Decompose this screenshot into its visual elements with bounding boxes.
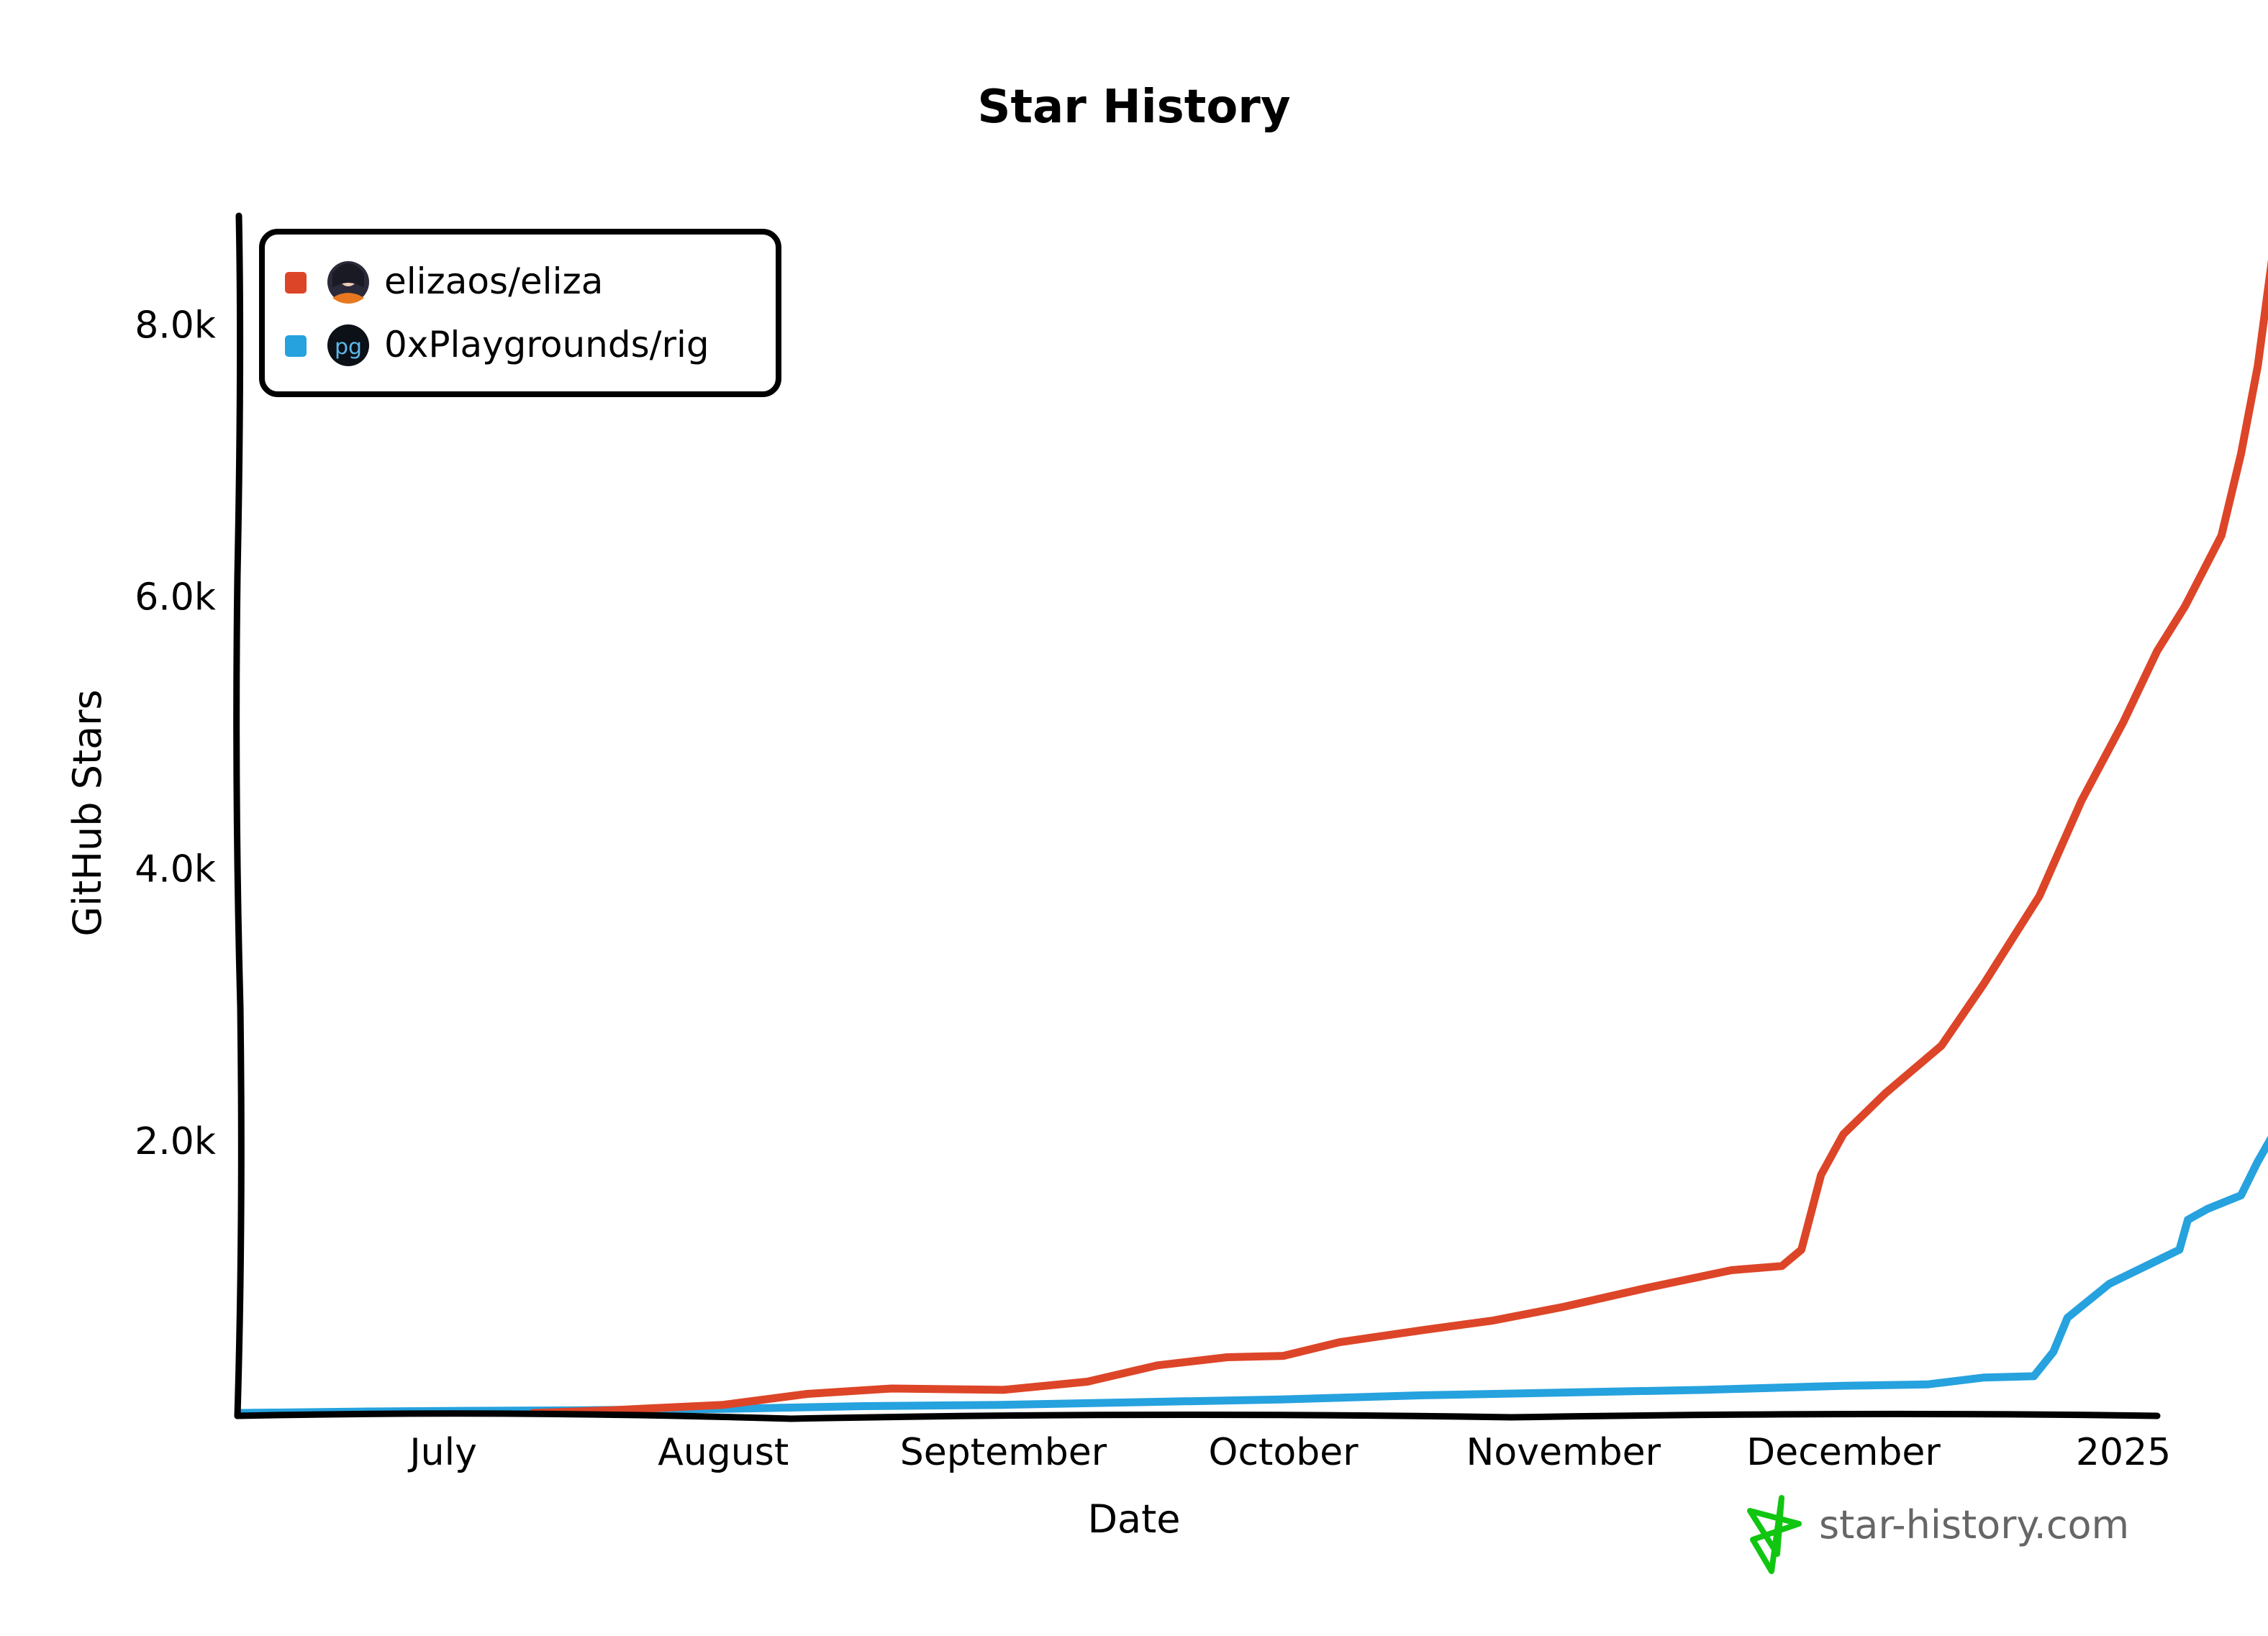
plot-lines	[235, 259, 2268, 1417]
y-axis-label: GitHub Stars	[65, 689, 110, 936]
series-line-elizaos-eliza	[529, 259, 2268, 1417]
y-tick-label: 2.0k	[135, 1120, 216, 1163]
pg-logo-avatar-icon: pg	[327, 324, 369, 366]
star-history-chart: Star History 2.0k 4.0k 6.0k 8.0k July August…	[65, 81, 2268, 1574]
x-tick-labels: July August September October November Decemb…	[407, 1431, 2171, 1474]
x-tick-label: October	[1209, 1431, 1359, 1474]
y-tick-labels: 2.0k 4.0k 6.0k 8.0k	[135, 304, 216, 1163]
legend-swatch-eliza	[285, 272, 307, 294]
x-tick-label: September	[900, 1431, 1107, 1474]
x-tick-label: 2025	[2076, 1431, 2171, 1474]
watermark: star-history.com	[1747, 1495, 2129, 1574]
y-tick-label: 6.0k	[135, 576, 216, 619]
x-axis-label: Date	[1087, 1496, 1180, 1542]
y-tick-label: 4.0k	[135, 848, 216, 891]
series-line-0xplaygrounds-rig	[235, 1135, 2268, 1417]
x-tick-label: August	[658, 1431, 789, 1474]
watermark-text: star-history.com	[1819, 1502, 2129, 1548]
legend-swatch-rig	[285, 335, 307, 357]
y-tick-label: 8.0k	[135, 304, 216, 347]
x-tick-label: December	[1746, 1431, 1941, 1474]
anime-girl-avatar-icon	[327, 261, 369, 304]
chart-title: Star History	[977, 81, 1290, 134]
x-axis	[234, 1410, 2161, 1422]
legend-label-eliza: elizaos/eliza	[384, 260, 603, 302]
legend-label-rig: 0xPlaygrounds/rig	[384, 324, 709, 365]
star-icon	[1747, 1495, 1802, 1574]
legend-box	[259, 229, 781, 397]
y-axis	[233, 212, 245, 1419]
x-tick-label: November	[1466, 1431, 1661, 1474]
svg-text:pg: pg	[335, 335, 362, 360]
legend: elizaos/eliza pg 0xPlaygrounds/rig	[259, 229, 781, 397]
x-tick-label: July	[407, 1431, 477, 1474]
